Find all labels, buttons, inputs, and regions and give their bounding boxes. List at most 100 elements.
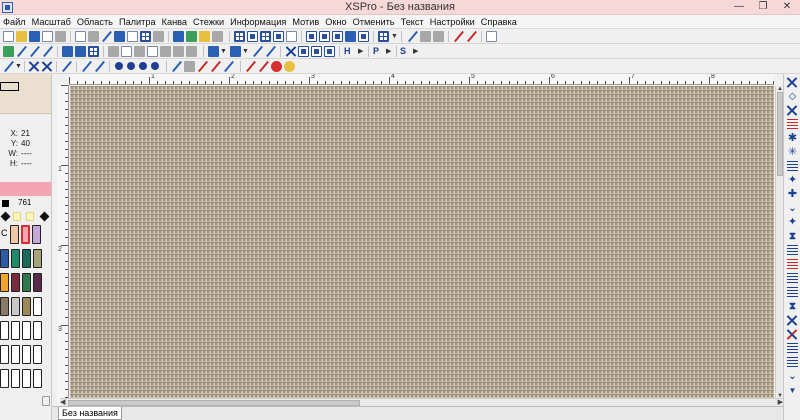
palette-swatch-empty[interactable] bbox=[33, 369, 42, 388]
needle-2-icon[interactable] bbox=[171, 61, 182, 72]
palette-swatch-empty[interactable] bbox=[33, 297, 42, 316]
flip-vertical-icon[interactable] bbox=[265, 46, 276, 57]
stitch-diamond-icon[interactable]: ◇ bbox=[787, 91, 798, 102]
palette-swatch[interactable] bbox=[22, 273, 31, 292]
color-view-icon[interactable] bbox=[345, 31, 356, 42]
diamond-icon[interactable] bbox=[0, 211, 11, 222]
image-icon[interactable] bbox=[186, 31, 197, 42]
palette-swatch-empty[interactable] bbox=[33, 345, 42, 364]
palette-swatch[interactable] bbox=[11, 273, 20, 292]
print-preview-icon[interactable] bbox=[55, 31, 66, 42]
palette-swatch-empty[interactable] bbox=[33, 321, 42, 340]
stitch-star-3-icon[interactable]: ✦ bbox=[787, 217, 798, 228]
chevron-down-icon[interactable]: ▼ bbox=[220, 46, 227, 57]
copy-icon[interactable] bbox=[121, 46, 132, 57]
palette-swatch[interactable] bbox=[32, 225, 41, 244]
fabric-canvas[interactable] bbox=[70, 86, 774, 399]
menu-undo[interactable]: Отменить bbox=[353, 17, 395, 27]
cut-icon[interactable] bbox=[108, 46, 119, 57]
menu-zoom[interactable]: Масштаб bbox=[32, 17, 71, 27]
eraser-icon[interactable] bbox=[186, 46, 197, 57]
bead-small-icon[interactable] bbox=[115, 62, 123, 70]
stitch-sparkle-icon[interactable]: ✦ bbox=[787, 175, 798, 186]
hand-icon[interactable] bbox=[199, 31, 210, 42]
palette-swatch-empty[interactable] bbox=[22, 345, 31, 364]
document-settings-icon[interactable] bbox=[486, 31, 497, 42]
menu-area[interactable]: Область bbox=[77, 17, 113, 27]
zoom-in-icon[interactable] bbox=[420, 31, 431, 42]
needle-icon[interactable] bbox=[16, 46, 27, 57]
select-area-icon[interactable] bbox=[88, 46, 99, 57]
menu-motif[interactable]: Мотив bbox=[292, 17, 319, 27]
cross-grid-3-icon[interactable] bbox=[324, 46, 335, 57]
backstitch-icon[interactable] bbox=[81, 61, 92, 72]
palette-swatch[interactable] bbox=[10, 225, 19, 244]
pencil-brush-icon[interactable] bbox=[3, 61, 14, 72]
cross-grid-2-icon[interactable] bbox=[311, 46, 322, 57]
text-tool-2-icon[interactable] bbox=[75, 46, 86, 57]
diamond-2-icon[interactable] bbox=[39, 211, 50, 222]
stitch-hourglass-icon[interactable]: ⧗ bbox=[787, 231, 798, 242]
pin-red-2-icon[interactable] bbox=[466, 31, 477, 42]
chevron-down-icon[interactable]: ▼ bbox=[242, 46, 249, 57]
stitch-star-icon[interactable]: ✱ bbox=[787, 133, 798, 144]
symbol-view-3-icon[interactable] bbox=[332, 31, 343, 42]
mirror-icon[interactable] bbox=[160, 46, 171, 57]
color-chip-icon[interactable] bbox=[13, 212, 21, 221]
palette-swatch-empty[interactable] bbox=[11, 345, 20, 364]
minimize-button[interactable]: — bbox=[728, 0, 750, 14]
palette-swatch[interactable] bbox=[11, 297, 20, 316]
stitch-chevron-2-icon[interactable]: ⌄ bbox=[787, 371, 798, 382]
viewport-rect[interactable] bbox=[0, 82, 19, 91]
wave-icon[interactable] bbox=[223, 61, 234, 72]
zoom-out-icon[interactable] bbox=[433, 31, 444, 42]
chevron-right-icon[interactable]: ▶ bbox=[358, 46, 363, 57]
curve-icon[interactable] bbox=[197, 61, 208, 72]
clear-icon[interactable] bbox=[147, 46, 158, 57]
paint-icon[interactable] bbox=[3, 46, 14, 57]
print-icon[interactable] bbox=[42, 31, 53, 42]
stitch-lines-2-icon[interactable] bbox=[787, 273, 798, 284]
rotate-icon[interactable] bbox=[173, 46, 184, 57]
bead-icon[interactable] bbox=[127, 62, 135, 70]
stitch-cross-red-icon[interactable] bbox=[787, 329, 798, 340]
view-grid-2-icon[interactable] bbox=[247, 31, 258, 42]
chevron-right-icon[interactable]: ▶ bbox=[386, 46, 391, 57]
document-tab[interactable]: Без названия bbox=[58, 407, 122, 420]
stitch-view-icon[interactable] bbox=[358, 31, 369, 42]
fill-icon[interactable] bbox=[153, 31, 164, 42]
pin-red-icon[interactable] bbox=[453, 31, 464, 42]
select-rect-icon[interactable] bbox=[75, 31, 86, 42]
palette-swatch-empty[interactable] bbox=[22, 369, 31, 388]
pen-icon[interactable] bbox=[29, 46, 40, 57]
cross-stitch-icon[interactable] bbox=[285, 46, 296, 57]
selected-color-bar[interactable] bbox=[0, 182, 51, 196]
palette-swatch-selected[interactable] bbox=[21, 225, 30, 244]
lasso-icon[interactable] bbox=[88, 31, 99, 42]
grid-options-icon[interactable] bbox=[378, 31, 389, 42]
restore-button[interactable]: ❐ bbox=[752, 0, 774, 14]
line-tool-icon[interactable] bbox=[42, 46, 53, 57]
symbol-view-1-icon[interactable] bbox=[306, 31, 317, 42]
line-red-2-icon[interactable] bbox=[258, 61, 269, 72]
stitch-lines-3-icon[interactable] bbox=[787, 287, 798, 298]
menu-settings[interactable]: Настройки bbox=[430, 17, 475, 27]
stitch-lines-red-2-icon[interactable] bbox=[787, 259, 798, 270]
view-grid-4-icon[interactable] bbox=[273, 31, 284, 42]
view-grid-3-icon[interactable] bbox=[260, 31, 271, 42]
stitch-lines-5-icon[interactable] bbox=[787, 357, 798, 368]
color-chip-2-icon[interactable] bbox=[26, 212, 34, 221]
stitch-cross-icon[interactable] bbox=[787, 77, 798, 88]
circle-red-icon[interactable] bbox=[271, 61, 282, 72]
full-cross-icon[interactable] bbox=[28, 61, 39, 72]
palette-swatch[interactable] bbox=[0, 273, 9, 292]
s-button[interactable]: S bbox=[400, 46, 414, 57]
view-blank-icon[interactable] bbox=[286, 31, 297, 42]
palette-swatch-empty[interactable] bbox=[0, 369, 9, 388]
palette-swatch-empty[interactable] bbox=[11, 369, 20, 388]
menu-information[interactable]: Информация bbox=[230, 17, 286, 27]
menu-window[interactable]: Окно bbox=[325, 17, 346, 27]
stitch-grid-icon[interactable] bbox=[787, 161, 798, 172]
flip-horizontal-icon[interactable] bbox=[252, 46, 263, 57]
half-stitch-icon[interactable] bbox=[61, 61, 72, 72]
